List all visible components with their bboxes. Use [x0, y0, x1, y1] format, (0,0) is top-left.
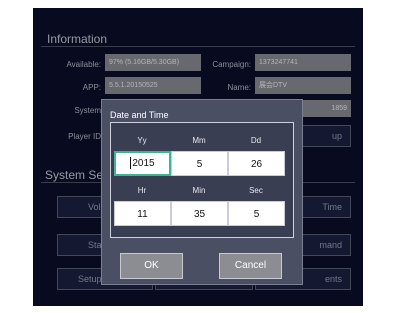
cancel-button[interactable]: Cancel — [219, 253, 282, 279]
day-field[interactable]: 26 — [228, 151, 285, 176]
minute-field[interactable]: 35 — [171, 201, 228, 226]
dialog-title: Date and Time — [110, 110, 169, 120]
minute-header: Min — [192, 186, 206, 195]
day-header: Dd — [250, 136, 262, 145]
hour-field[interactable]: 11 — [114, 201, 171, 226]
second-field[interactable]: 5 — [228, 201, 285, 226]
month-field[interactable]: 5 — [171, 151, 228, 176]
year-header: Yy — [137, 136, 147, 145]
year-value: 2015 — [132, 158, 155, 169]
hour-header: Hr — [137, 186, 147, 195]
month-header: Mm — [192, 136, 206, 145]
second-header: Sec — [249, 186, 263, 195]
date-time-fields: Yy Mm Dd 2015 5 26 Hr Min Sec 11 35 5 — [110, 122, 294, 238]
date-time-dialog: Date and Time Yy Mm Dd 2015 5 26 Hr Min … — [101, 99, 303, 285]
tv-screen: Information Available: 97% (5.16GB/5.30G… — [33, 8, 363, 306]
year-field[interactable]: 2015 — [114, 151, 171, 176]
ok-button[interactable]: OK — [120, 253, 183, 279]
